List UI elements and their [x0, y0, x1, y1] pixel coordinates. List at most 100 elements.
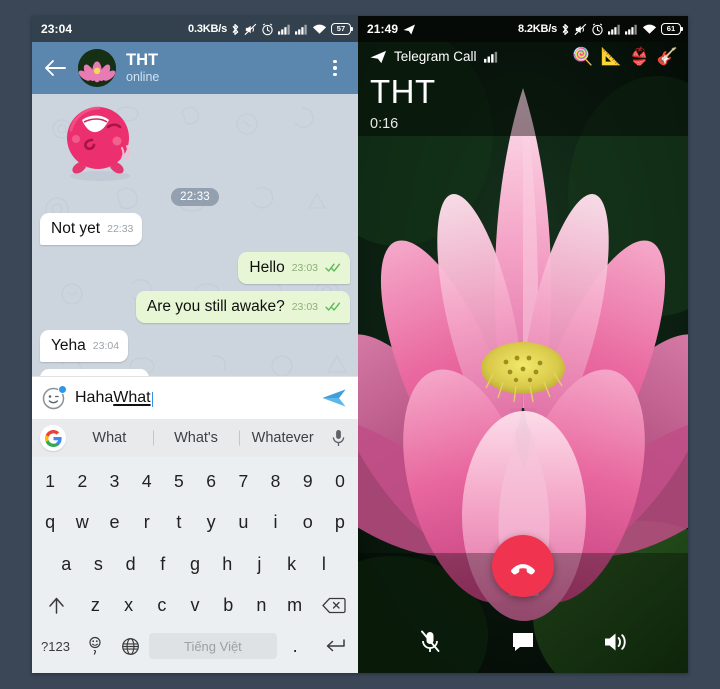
- telegram-paper-plane-icon: [370, 50, 387, 64]
- call-contact-name: THT: [370, 73, 436, 110]
- key-8[interactable]: 8: [259, 461, 291, 502]
- message-bubble-incoming[interactable]: Yeha 23:04: [40, 330, 129, 362]
- chat-title-block: THT online: [126, 51, 314, 85]
- key-j[interactable]: j: [243, 543, 275, 584]
- space-key[interactable]: Tiếng Việt: [148, 633, 278, 660]
- key-g[interactable]: g: [179, 543, 211, 584]
- key-z[interactable]: z: [79, 585, 112, 626]
- key-t[interactable]: t: [163, 502, 195, 543]
- chat-bubble-icon[interactable]: [503, 625, 543, 659]
- message-row: I'm here 23:04: [40, 369, 350, 376]
- message-time: 23:03: [291, 262, 318, 274]
- key-i[interactable]: i: [259, 502, 291, 543]
- key-6[interactable]: 6: [195, 461, 227, 502]
- overflow-menu-icon[interactable]: [324, 54, 346, 82]
- key-b[interactable]: b: [212, 585, 245, 626]
- globe-icon[interactable]: [113, 626, 149, 667]
- shift-icon[interactable]: [34, 585, 79, 626]
- emoji-smiley-icon[interactable]: [41, 384, 67, 411]
- keyboard-row-2: a s d f g h j k l: [34, 543, 356, 584]
- network-speed-label: 0.3KB/s: [188, 23, 227, 35]
- message-bubble-outgoing[interactable]: Hello 23:03: [238, 252, 350, 284]
- send-icon[interactable]: [320, 384, 348, 412]
- message-bubble-outgoing[interactable]: Are you still awake? 23:03: [135, 291, 350, 323]
- key-m[interactable]: m: [278, 585, 311, 626]
- emoji-comma-key[interactable]: [77, 626, 113, 667]
- suggestion-1[interactable]: What: [66, 430, 153, 446]
- key-r[interactable]: r: [131, 502, 163, 543]
- symbols-key[interactable]: ?123: [34, 626, 77, 667]
- google-logo-icon[interactable]: [40, 425, 66, 451]
- alarm-icon: [591, 22, 604, 36]
- key-l[interactable]: l: [308, 543, 340, 584]
- key-e[interactable]: e: [98, 502, 130, 543]
- dual-phone-screenshot: 23:04 0.3KB/s 57 THT online 22:33 Not ye…: [32, 16, 688, 673]
- pink-blob-sticker[interactable]: [46, 100, 150, 184]
- enter-icon[interactable]: [313, 626, 356, 667]
- key-7[interactable]: 7: [227, 461, 259, 502]
- key-o[interactable]: o: [292, 502, 324, 543]
- mic-muted-icon[interactable]: [410, 625, 450, 659]
- key-0[interactable]: 0: [324, 461, 356, 502]
- suggestion-2[interactable]: What's: [153, 430, 240, 446]
- message-text: Yeha: [51, 337, 86, 354]
- end-call-button[interactable]: [492, 535, 554, 597]
- virtual-keyboard: 1 2 3 4 5 6 7 8 9 0 q w e r t y u i o p …: [32, 457, 358, 673]
- left-status-bar: 23:04 0.3KB/s 57: [32, 16, 358, 42]
- period-key[interactable]: .: [277, 626, 313, 667]
- online-status: online: [126, 70, 160, 85]
- message-input[interactable]: Haha What: [75, 389, 311, 407]
- call-controls: [358, 535, 688, 673]
- message-text: Hello: [249, 259, 285, 276]
- key-q[interactable]: q: [34, 502, 66, 543]
- back-arrow-icon[interactable]: [42, 55, 68, 81]
- input-text-plain: Haha: [75, 389, 114, 406]
- wifi-icon: [312, 23, 327, 35]
- key-x[interactable]: x: [112, 585, 145, 626]
- key-a[interactable]: a: [50, 543, 82, 584]
- key-2[interactable]: 2: [66, 461, 98, 502]
- key-9[interactable]: 9: [292, 461, 324, 502]
- message-text: Are you still awake?: [146, 298, 285, 315]
- key-f[interactable]: f: [147, 543, 179, 584]
- backspace-icon[interactable]: [311, 585, 356, 626]
- microphone-icon[interactable]: [326, 429, 350, 448]
- key-s[interactable]: s: [82, 543, 114, 584]
- key-5[interactable]: 5: [163, 461, 195, 502]
- key-p[interactable]: p: [324, 502, 356, 543]
- speaker-icon[interactable]: [596, 625, 636, 659]
- mute-icon: [244, 23, 257, 36]
- key-y[interactable]: y: [195, 502, 227, 543]
- key-k[interactable]: k: [276, 543, 308, 584]
- call-brand-row: Telegram Call 🍭 📐 👙 🎸: [370, 48, 678, 65]
- battery-indicator: 61: [661, 23, 683, 35]
- message-bubble-incoming[interactable]: I'm here 23:04: [40, 369, 149, 376]
- message-time: 23:04: [92, 340, 120, 352]
- timestamp-chip: 22:33: [171, 188, 219, 206]
- key-d[interactable]: d: [115, 543, 147, 584]
- key-4[interactable]: 4: [131, 461, 163, 502]
- text-caret: [151, 391, 154, 407]
- message-row: Are you still awake? 23:03: [40, 291, 350, 323]
- message-bubble-incoming[interactable]: Not yet 22:33: [40, 213, 143, 245]
- wifi-icon: [642, 23, 657, 35]
- bluetooth-icon: [561, 23, 570, 36]
- key-u[interactable]: u: [227, 502, 259, 543]
- avatar[interactable]: [78, 49, 116, 87]
- message-row: Not yet 22:33: [40, 213, 350, 245]
- chat-header: THT online: [32, 42, 358, 94]
- mute-icon: [574, 23, 587, 36]
- keyboard-row-numbers: 1 2 3 4 5 6 7 8 9 0: [34, 461, 356, 502]
- message-list[interactable]: 22:33 Not yet 22:33 Hello 23:03 Are you …: [32, 94, 358, 376]
- key-v[interactable]: v: [178, 585, 211, 626]
- suggestion-3[interactable]: Whatever: [239, 430, 326, 446]
- key-h[interactable]: h: [211, 543, 243, 584]
- key-w[interactable]: w: [66, 502, 98, 543]
- key-3[interactable]: 3: [98, 461, 130, 502]
- key-c[interactable]: c: [145, 585, 178, 626]
- page-title: THT: [126, 51, 159, 70]
- key-n[interactable]: n: [245, 585, 278, 626]
- input-text-underlined: What: [113, 389, 151, 406]
- key-1[interactable]: 1: [34, 461, 66, 502]
- keyboard-row-1: q w e r t y u i o p: [34, 502, 356, 543]
